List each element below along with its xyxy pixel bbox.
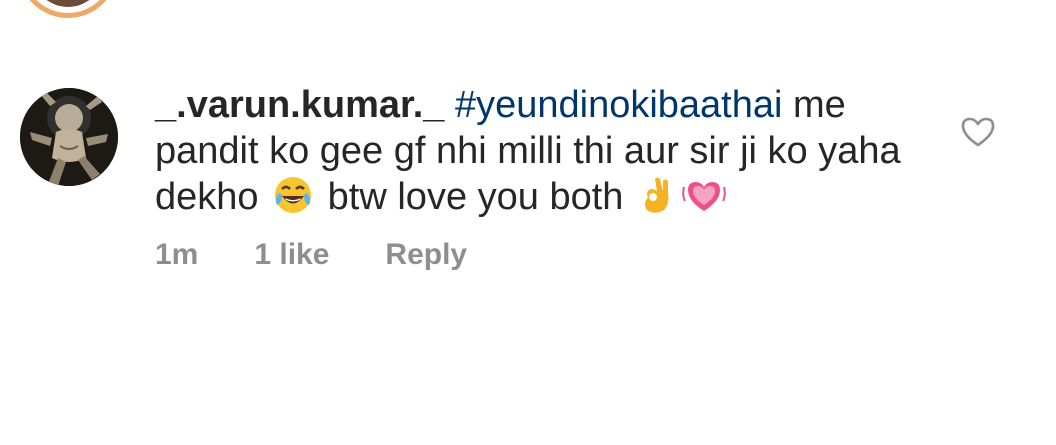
avatar-image: [20, 88, 118, 186]
growing-heart-icon: [682, 175, 726, 226]
face-with-tears-of-joy-icon: [273, 175, 313, 226]
avatar[interactable]: [20, 88, 118, 186]
previous-avatar-image: [32, 0, 104, 7]
comment-meta: 1m 1 like Reply: [155, 238, 467, 272]
like-count-link[interactable]: 1 like: [254, 238, 329, 272]
previous-comment-avatar[interactable]: [18, 0, 118, 18]
comment-text-part2: btw love you both: [327, 176, 624, 218]
ok-hand-icon: [638, 175, 674, 226]
like-heart-icon[interactable]: [960, 116, 996, 148]
reply-button[interactable]: Reply: [385, 238, 467, 272]
comment-timestamp: 1m: [155, 238, 199, 271]
hashtag-link[interactable]: #yeundinokibaathai: [455, 84, 783, 126]
username-link[interactable]: _.varun.kumar._: [155, 84, 444, 126]
comment-screen: _.varun.kumar._ #yeundinokibaathai me pa…: [0, 0, 1056, 445]
comment-text: _.varun.kumar._ #yeundinokibaathai me pa…: [155, 82, 945, 226]
